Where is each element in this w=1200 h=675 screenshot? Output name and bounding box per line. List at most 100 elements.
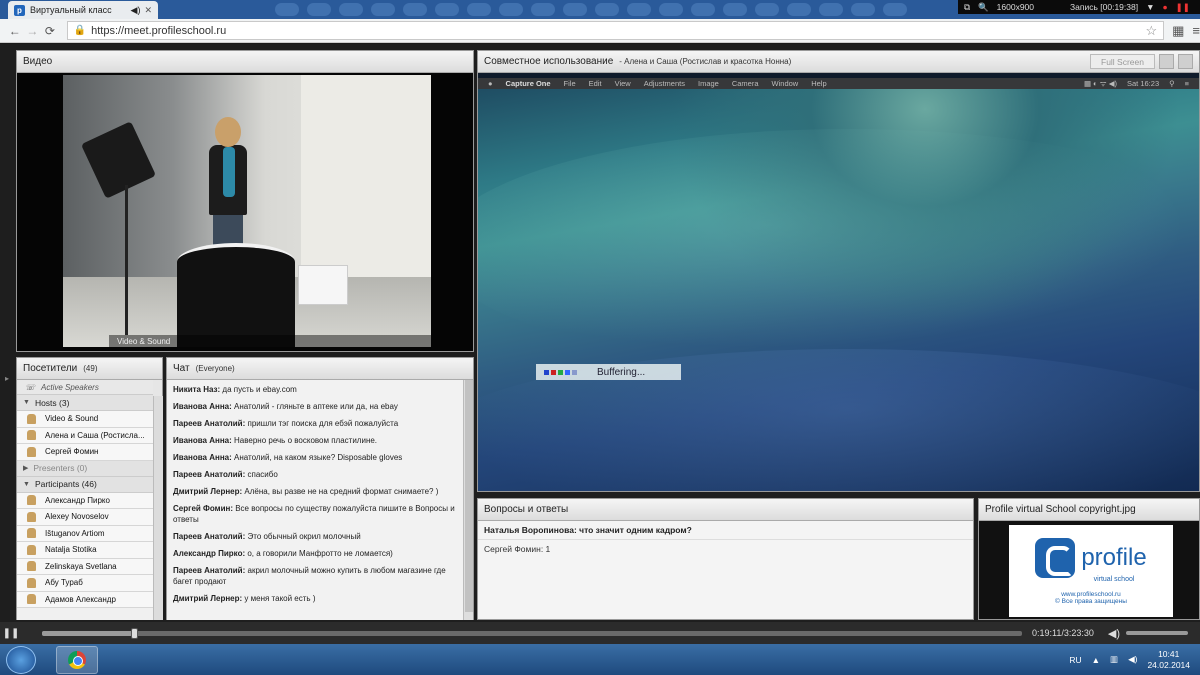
start-button[interactable] [6, 645, 36, 674]
message-author: Пареев Анатолий: [173, 532, 246, 541]
app-icon[interactable] [755, 3, 779, 16]
hosts-group[interactable]: ▼ Hosts (3) [17, 395, 153, 411]
clock[interactable]: 10:41 24.02.2014 [1147, 649, 1190, 671]
buffer-dot [544, 369, 549, 375]
app-icon[interactable] [851, 3, 875, 16]
app-icon[interactable] [275, 3, 299, 16]
list-item[interactable]: Абу Тураб [17, 575, 153, 592]
message-author: Иванова Анна: [173, 453, 232, 462]
chrome-taskbar-button[interactable] [56, 645, 98, 674]
dropdown-icon[interactable]: ▼ [1146, 2, 1154, 12]
message-text: Это обычный окрил молочный [245, 532, 361, 541]
app-icon[interactable] [883, 3, 907, 16]
list-item[interactable]: Сергей Фомин [17, 444, 153, 461]
forward-icon[interactable]: → [24, 24, 42, 38]
app-icon[interactable] [595, 3, 619, 16]
app-icon[interactable] [691, 3, 715, 16]
lock-icon: 🔒 [73, 25, 87, 36]
shared-screen[interactable]: ● Capture One File Edit View Adjustments… [478, 73, 1199, 491]
chat-scroll-thumb[interactable] [465, 380, 473, 612]
app-icon[interactable] [659, 3, 683, 16]
tray-network-icon[interactable]: ▥ [1110, 654, 1118, 665]
menu-icon[interactable]: ≡ [1192, 23, 1200, 38]
seek-bar[interactable] [42, 627, 1022, 639]
message-text: Анатолий, на каком языке? Disposable glo… [231, 453, 403, 462]
tab-close-icon[interactable]: ✕ [144, 5, 152, 16]
message-text: спасибо [245, 470, 278, 479]
file-preview[interactable]: profile virtual school www.profileschool… [979, 521, 1199, 619]
list-item[interactable]: Natalja Stotika [17, 542, 153, 559]
attendees-count: (49) [83, 364, 98, 373]
expand-icon: ▼ [23, 399, 30, 406]
app-icon[interactable] [723, 3, 747, 16]
app-icon[interactable] [787, 3, 811, 16]
reload-icon[interactable]: ⟳ [41, 24, 59, 38]
video-pod-header: Видео [17, 51, 473, 73]
fit-view-button[interactable] [1159, 54, 1174, 69]
active-speakers-row[interactable]: ☏ Active Speakers [17, 380, 153, 395]
list-item[interactable]: Ištuganov Artiom [17, 525, 153, 542]
app-icon[interactable] [467, 3, 491, 16]
volume-icon[interactable]: ◀) [1108, 627, 1120, 640]
pause-icon[interactable]: ❚❚ [1176, 2, 1190, 13]
chat-message: Дмитрий Лернер: у меня такой есть ) [173, 593, 457, 604]
chat-message: Иванова Анна: Наверно речь о восковом пл… [173, 435, 457, 446]
list-item[interactable]: Alexey Novoselov [17, 509, 153, 526]
list-item[interactable]: Александр Пирко [17, 492, 153, 509]
browser-tab[interactable]: p Виртуальный класс ◀) ✕ [8, 1, 158, 19]
seek-handle[interactable] [131, 627, 139, 639]
language-indicator[interactable]: RU [1069, 655, 1081, 665]
app-icon[interactable] [339, 3, 363, 16]
url-input[interactable]: 🔒 https://meet.profileschool.ru ☆ [66, 21, 1165, 40]
attendee-name: Сергей Фомин [45, 447, 99, 457]
chat-message: Иванова Анна: Анатолий, на каком языке? … [173, 452, 457, 463]
volume-slider[interactable] [1126, 631, 1189, 635]
host-icon [27, 430, 36, 441]
share-pod: Совместное использование - Алена и Саша … [477, 50, 1200, 492]
attendee-scrollbar[interactable] [153, 396, 163, 620]
extension-icon[interactable]: ▦ [1172, 23, 1184, 39]
attendee-list: ☏ Active Speakers ▼ Hosts (3) Video & Sou… [17, 380, 153, 620]
tray-volume-icon[interactable]: ◀) [1128, 654, 1137, 665]
chat-scrollbar[interactable] [463, 380, 473, 620]
mac-menu-item: View [614, 79, 631, 88]
record-icon[interactable]: ● [1163, 2, 1168, 12]
chat-title: Чат [173, 363, 190, 374]
buffering-dots-icon [544, 369, 577, 375]
resize-icon[interactable]: ⧉ [964, 2, 970, 13]
app-icon[interactable] [627, 3, 651, 16]
app-icon[interactable] [819, 3, 843, 16]
collapse-arrow-icon[interactable]: ▸ [5, 374, 9, 383]
actual-size-button[interactable] [1178, 54, 1193, 69]
tab-audio-icon[interactable]: ◀) [131, 5, 141, 16]
video-pod: Видео Video & Sound [16, 50, 474, 352]
message-author: Пареев Анатолий: [173, 566, 246, 575]
app-icon[interactable] [531, 3, 555, 16]
list-item[interactable]: Алена и Саша (Ростисла... [17, 427, 153, 444]
app-icon[interactable] [435, 3, 459, 16]
pause-button[interactable]: ❚❚ [0, 628, 22, 639]
user-icon [27, 577, 36, 588]
app-icon[interactable] [403, 3, 427, 16]
speaker-icon: ☏ [25, 382, 36, 392]
participants-group[interactable]: ▼ Participants (46) [17, 476, 153, 493]
hosts-label: Hosts (3) [34, 397, 70, 408]
video-stream[interactable]: Video & Sound [63, 75, 431, 347]
list-item[interactable]: Video & Sound [17, 411, 153, 428]
attendee-name: Ištuganov Artiom [45, 528, 105, 538]
list-item[interactable]: Zelinskaya Svetlana [17, 558, 153, 575]
back-icon[interactable]: ← [6, 24, 24, 38]
fullscreen-button[interactable]: Full Screen [1090, 54, 1155, 69]
user-icon [27, 528, 36, 539]
qa-question[interactable]: Наталья Воропинова: что значит одним кад… [478, 521, 973, 540]
tray-arrow-icon[interactable]: ▲ [1092, 655, 1100, 665]
app-icon[interactable] [371, 3, 395, 16]
app-icon[interactable] [307, 3, 331, 16]
share-pod-subtitle: - Алена и Саша (Ростислав и красотка Нон… [619, 57, 792, 66]
presenters-group[interactable]: ▶ Presenters (0) [17, 460, 153, 477]
list-item[interactable]: Адамов Александр [17, 591, 153, 608]
app-icon[interactable] [499, 3, 523, 16]
clock-date: 24.02.2014 [1147, 659, 1190, 670]
app-icon[interactable] [563, 3, 587, 16]
bookmark-star-icon[interactable]: ☆ [1145, 23, 1157, 39]
